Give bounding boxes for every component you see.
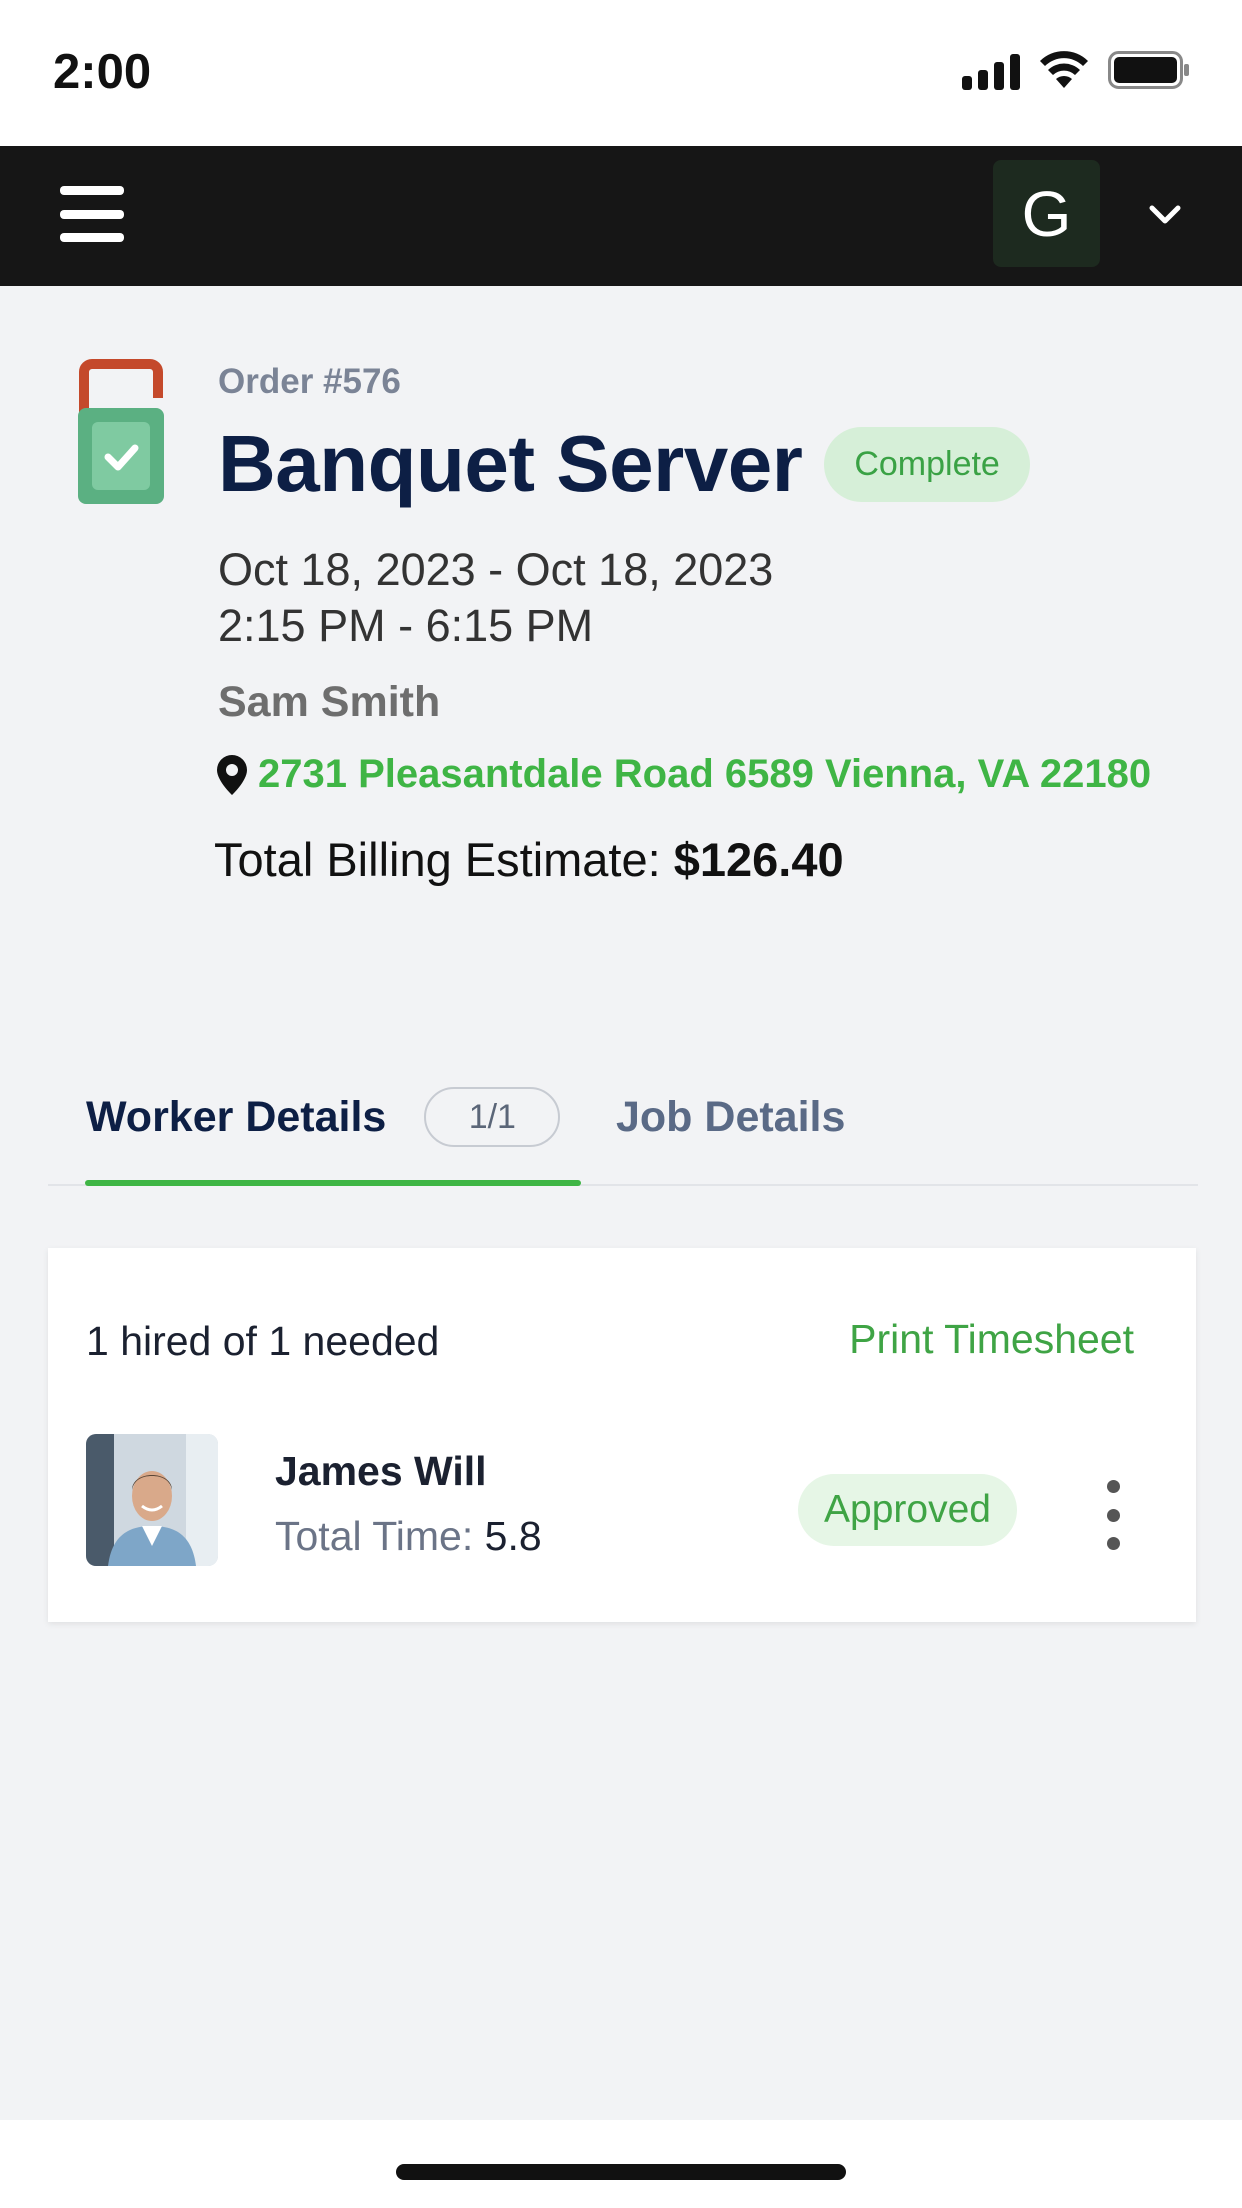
status-icons [962, 50, 1190, 90]
tab-bar: Worker Details 1/1 Job Details [48, 1048, 1198, 1186]
total-time-value: 5.8 [484, 1513, 542, 1559]
top-nav-bar: G [0, 146, 1242, 286]
chevron-down-icon[interactable] [1146, 196, 1184, 234]
tab-job-details[interactable]: Job Details [616, 1048, 845, 1186]
order-detail-page: Order #576 Banquet Server Complete Oct 1… [0, 286, 1242, 2120]
billing-label: Total Billing Estimate: [214, 833, 661, 886]
account-avatar[interactable]: G [993, 160, 1100, 267]
time-range: 2:15 PM - 6:15 PM [218, 600, 594, 651]
job-title: Banquet Server [218, 419, 803, 508]
total-time-label: Total Time: [275, 1513, 474, 1559]
cellular-signal-icon [962, 50, 1020, 90]
tab-worker-details[interactable]: Worker Details 1/1 [86, 1048, 561, 1186]
hamburger-menu-icon[interactable] [60, 186, 124, 242]
worker-card: 1 hired of 1 needed Print Timesheet Jame… [48, 1248, 1196, 1622]
order-number: Order #576 [218, 362, 401, 401]
worker-name[interactable]: James Will [275, 1448, 487, 1495]
contact-name: Sam Smith [218, 678, 441, 726]
status-time: 2:00 [53, 45, 152, 99]
address-link[interactable]: 2731 Pleasantdale Road 6589 Vienna, VA 2… [258, 752, 1151, 797]
billing-value: $126.40 [673, 833, 844, 886]
status-badge: Complete [824, 426, 1030, 502]
title-row: Banquet Server Complete [218, 418, 1030, 510]
approval-status-badge: Approved [798, 1474, 1017, 1546]
home-indicator[interactable] [396, 2164, 846, 2180]
more-options-icon[interactable] [1101, 1480, 1125, 1550]
location-pin-icon [217, 754, 247, 795]
address-row[interactable]: 2731 Pleasantdale Road 6589 Vienna, VA 2… [216, 752, 1151, 797]
billing-estimate: Total Billing Estimate: $126.40 [214, 832, 844, 887]
battery-icon [1108, 51, 1189, 89]
hired-count: 1 hired of 1 needed [86, 1318, 440, 1364]
wifi-icon [1040, 51, 1088, 88]
home-indicator-area [0, 2120, 1242, 2208]
tab-worker-details-label: Worker Details [86, 1092, 387, 1141]
worker-total-time: Total Time: 5.8 [275, 1513, 542, 1560]
worker-avatar[interactable] [86, 1434, 218, 1566]
worker-count-badge: 1/1 [424, 1087, 561, 1147]
active-tab-indicator [85, 1180, 581, 1186]
schedule: Oct 18, 2023 - Oct 18, 2023 2:15 PM - 6:… [218, 542, 773, 654]
status-bar: 2:00 [0, 0, 1242, 146]
date-range: Oct 18, 2023 - Oct 18, 2023 [218, 544, 774, 595]
print-timesheet-button[interactable]: Print Timesheet [849, 1316, 1134, 1363]
order-complete-icon [78, 359, 164, 504]
